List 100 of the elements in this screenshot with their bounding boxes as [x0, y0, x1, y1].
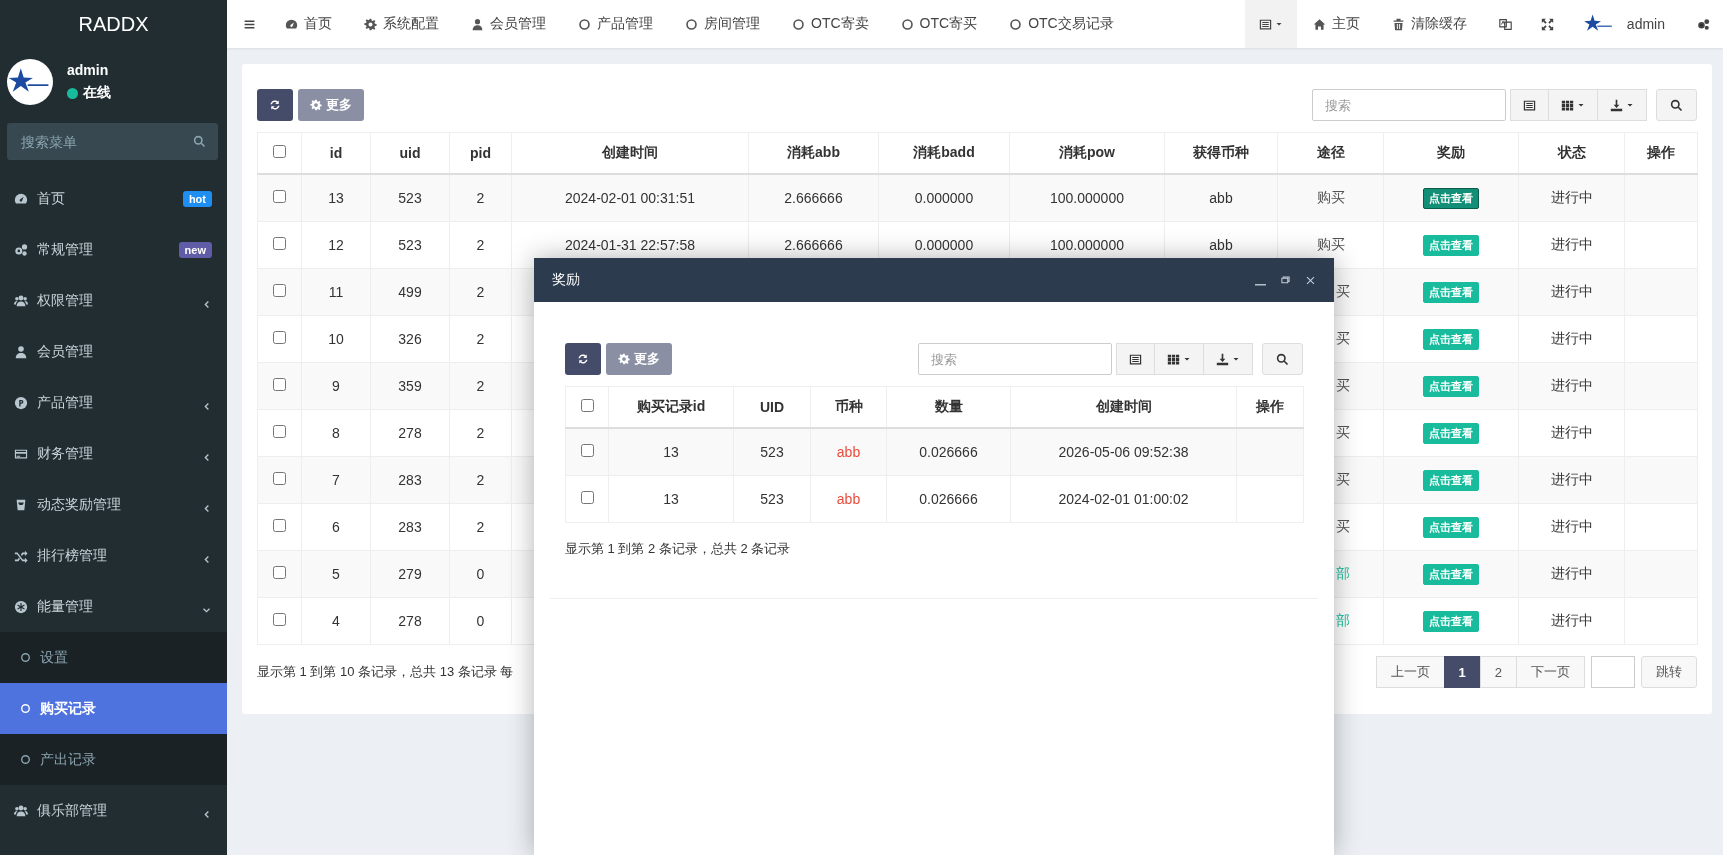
table-cell: 2: [449, 362, 512, 410]
clear-cache-link[interactable]: 清除缓存: [1375, 0, 1483, 48]
table-cell: 7: [301, 456, 371, 504]
table-cell: 13: [608, 428, 734, 476]
columns-button[interactable]: [1154, 343, 1204, 375]
nav-link[interactable]: 系统配置: [348, 0, 455, 48]
users-icon: [14, 803, 28, 818]
submenu-item[interactable]: 设置: [0, 632, 227, 683]
columns-button[interactable]: [1548, 89, 1598, 121]
export-button[interactable]: [1597, 89, 1647, 121]
menu-item[interactable]: 俱乐部管理: [0, 785, 227, 836]
page-button[interactable]: 1: [1443, 656, 1481, 688]
nav-link[interactable]: OTC寄卖: [776, 0, 885, 48]
table-cell: 278: [370, 597, 450, 645]
gears-icon: [1697, 17, 1710, 31]
table-cell: 购买: [1316, 236, 1345, 252]
menu-item[interactable]: 动态奖励管理: [0, 479, 227, 530]
refresh-button[interactable]: [257, 89, 293, 121]
view-button[interactable]: 点击查看: [1423, 187, 1479, 209]
circle-icon: [20, 754, 31, 765]
row-checkbox[interactable]: [580, 444, 594, 457]
row-checkbox[interactable]: [273, 190, 286, 203]
page-button[interactable]: 2: [1479, 656, 1517, 688]
p-circle-icon: [14, 395, 28, 410]
search-field[interactable]: 搜索: [918, 343, 1112, 375]
table-cell: 499: [370, 268, 450, 316]
nav-link[interactable]: 房间管理: [669, 0, 776, 48]
toggle-view-button[interactable]: [1510, 89, 1549, 121]
nav-link[interactable]: 首页: [269, 0, 348, 48]
menu-item[interactable]: 财务管理: [0, 428, 227, 479]
list-icon: [1258, 17, 1272, 31]
row-checkbox[interactable]: [273, 378, 286, 391]
search-icon: [1670, 98, 1683, 112]
records-info: 显示第 1 到第 2 条记录，总共 2 条记录: [565, 540, 792, 558]
user-menu[interactable]: admin: [1566, 0, 1681, 48]
menu-item[interactable]: 能量管理: [0, 581, 227, 632]
search-button[interactable]: [1262, 343, 1303, 375]
row-checkbox[interactable]: [273, 566, 286, 579]
menu-item[interactable]: 常规管理 new: [0, 224, 227, 275]
table-cell: 买: [1336, 377, 1350, 393]
jump-button[interactable]: 跳转: [1641, 656, 1697, 688]
maximize-icon: [1280, 274, 1291, 286]
menu-badge: hot: [182, 190, 212, 207]
home-link[interactable]: 主页: [1296, 0, 1376, 48]
asterisk-icon: [14, 599, 28, 614]
table-cell: 326: [370, 315, 450, 363]
search-button[interactable]: [1656, 89, 1697, 121]
row-checkbox[interactable]: [273, 145, 286, 158]
row-checkbox[interactable]: [273, 613, 286, 626]
table-cell: 买: [1336, 471, 1350, 487]
row-checkbox[interactable]: [273, 284, 286, 297]
search-field[interactable]: 搜索: [1312, 89, 1506, 121]
circle-icon: [900, 17, 914, 31]
table-cell: 进行中: [1518, 362, 1625, 410]
menu-item[interactable]: 会员管理: [0, 326, 227, 377]
row-checkbox[interactable]: [273, 472, 286, 485]
next-page-button[interactable]: 下一页: [1516, 656, 1585, 688]
user-icon: [471, 17, 484, 31]
submenu-item[interactable]: 购买记录: [0, 683, 227, 734]
row-checkbox[interactable]: [273, 237, 286, 250]
refresh-button[interactable]: [565, 343, 601, 375]
export-button[interactable]: [1203, 343, 1253, 375]
row-checkbox[interactable]: [273, 331, 286, 344]
nav-link[interactable]: 会员管理: [455, 0, 562, 48]
nav-link[interactable]: OTC寄买: [884, 0, 994, 48]
nav-link[interactable]: 产品管理: [562, 0, 669, 48]
row-checkbox[interactable]: [273, 519, 286, 532]
table-cell: abb: [810, 428, 887, 476]
translate-icon: [1498, 17, 1512, 31]
row-checkbox[interactable]: [580, 491, 594, 504]
menu-item[interactable]: 产品管理: [0, 377, 227, 428]
home-icon: [1312, 17, 1326, 31]
prev-page-button[interactable]: 上一页: [1375, 656, 1445, 688]
page-input[interactable]: [1591, 656, 1635, 688]
table-cell: 2: [449, 503, 512, 551]
table-cell: 0.026666: [886, 475, 1011, 523]
search-icon: [193, 135, 206, 148]
toggle-view-button[interactable]: [1116, 343, 1155, 375]
circle-icon: [685, 17, 698, 31]
table-cell: abb: [1164, 174, 1278, 222]
menu-item[interactable]: 排行榜管理: [0, 530, 227, 581]
table-cell: 0.000000: [878, 174, 1010, 222]
menu-icon: [243, 17, 256, 31]
caret-icon: [1626, 101, 1634, 109]
circle-icon: [1009, 17, 1023, 31]
circle-icon: [792, 17, 805, 31]
row-checkbox[interactable]: [273, 425, 286, 438]
search-field[interactable]: 搜索菜单: [7, 123, 218, 160]
row-checkbox[interactable]: [580, 399, 594, 412]
menu-item[interactable]: 首页 hot: [0, 173, 227, 224]
table-cell: 12: [301, 221, 371, 269]
nav-link[interactable]: OTC交易记录: [993, 0, 1130, 48]
table-cell: 2: [449, 268, 512, 316]
menu-item[interactable]: 权限管理: [0, 275, 227, 326]
table-cell: 359: [370, 362, 450, 410]
submenu-item[interactable]: 产出记录: [0, 734, 227, 785]
list-dropdown[interactable]: [1244, 0, 1297, 48]
table-cell: 283: [370, 503, 450, 551]
caret-icon: [1274, 20, 1283, 28]
shuffle-icon: [14, 548, 28, 563]
